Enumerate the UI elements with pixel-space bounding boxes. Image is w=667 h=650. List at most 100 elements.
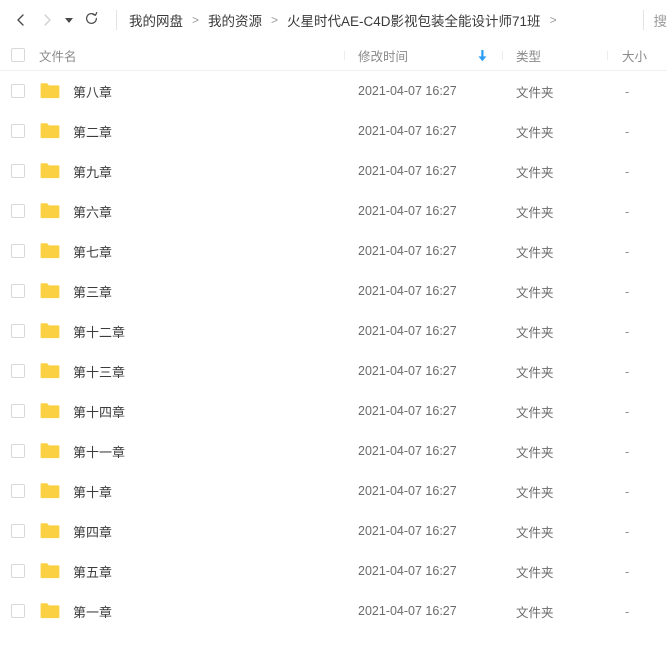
modified-time-value: 2021-04-07 16:27 bbox=[358, 244, 457, 258]
modified-time-value: 2021-04-07 16:27 bbox=[358, 204, 457, 218]
row-checkbox[interactable] bbox=[11, 124, 25, 138]
file-name-link[interactable]: 第一章 bbox=[73, 602, 112, 621]
table-row[interactable]: 第三章2021-04-07 16:27文件夹- bbox=[0, 271, 667, 311]
row-name-cell: 第十三章 bbox=[34, 362, 344, 381]
file-name-link[interactable]: 第九章 bbox=[73, 162, 112, 181]
table-row[interactable]: 第七章2021-04-07 16:27文件夹- bbox=[0, 231, 667, 271]
row-checkbox[interactable] bbox=[11, 524, 25, 538]
select-all-checkbox[interactable] bbox=[11, 48, 25, 62]
file-name-link[interactable]: 第十二章 bbox=[73, 322, 125, 341]
table-row[interactable]: 第一章2021-04-07 16:27文件夹- bbox=[0, 591, 667, 631]
file-name-link[interactable]: 第七章 bbox=[73, 242, 112, 261]
row-size-cell: - bbox=[607, 164, 667, 179]
file-type-value: 文件夹 bbox=[516, 86, 554, 100]
table-row[interactable]: 第十四章2021-04-07 16:27文件夹- bbox=[0, 391, 667, 431]
row-checkbox[interactable] bbox=[11, 244, 25, 258]
file-size-value: - bbox=[625, 365, 629, 379]
breadcrumb-item-root[interactable]: 我的网盘 bbox=[129, 10, 183, 30]
refresh-button[interactable] bbox=[78, 7, 104, 33]
row-type-cell: 文件夹 bbox=[502, 282, 607, 301]
file-name-link[interactable]: 第二章 bbox=[73, 122, 112, 141]
row-type-cell: 文件夹 bbox=[502, 442, 607, 461]
file-size-value: - bbox=[625, 285, 629, 299]
table-row[interactable]: 第五章2021-04-07 16:27文件夹- bbox=[0, 551, 667, 591]
folder-icon bbox=[39, 402, 61, 420]
row-checkbox[interactable] bbox=[11, 324, 25, 338]
row-name-cell: 第三章 bbox=[34, 282, 344, 301]
row-checkbox[interactable] bbox=[11, 84, 25, 98]
table-row[interactable]: 第十三章2021-04-07 16:27文件夹- bbox=[0, 351, 667, 391]
row-time-cell: 2021-04-07 16:27 bbox=[344, 524, 502, 538]
file-type-value: 文件夹 bbox=[516, 126, 554, 140]
search-input[interactable]: 搜 bbox=[654, 10, 667, 30]
table-row[interactable]: 第十章2021-04-07 16:27文件夹- bbox=[0, 471, 667, 511]
row-size-cell: - bbox=[607, 284, 667, 299]
file-size-value: - bbox=[625, 445, 629, 459]
file-name-link[interactable]: 第十四章 bbox=[73, 402, 125, 421]
row-checkbox[interactable] bbox=[11, 164, 25, 178]
row-checkbox[interactable] bbox=[11, 604, 25, 618]
back-button[interactable] bbox=[8, 7, 34, 33]
folder-icon bbox=[39, 162, 61, 180]
row-checkbox[interactable] bbox=[11, 444, 25, 458]
header-modified-time[interactable]: 修改时间 bbox=[344, 46, 502, 65]
row-type-cell: 文件夹 bbox=[502, 522, 607, 541]
search-area: 搜 bbox=[643, 0, 667, 40]
header-type[interactable]: 类型 bbox=[502, 46, 607, 65]
row-type-cell: 文件夹 bbox=[502, 562, 607, 581]
history-dropdown-button[interactable] bbox=[60, 7, 78, 33]
modified-time-value: 2021-04-07 16:27 bbox=[358, 164, 457, 178]
row-checkbox[interactable] bbox=[11, 364, 25, 378]
chevron-right-icon bbox=[40, 13, 54, 27]
row-time-cell: 2021-04-07 16:27 bbox=[344, 164, 502, 178]
header-type-label: 类型 bbox=[516, 50, 541, 64]
file-name-link[interactable]: 第十章 bbox=[73, 482, 112, 501]
row-name-cell: 第六章 bbox=[34, 202, 344, 221]
header-filename-label: 文件名 bbox=[39, 46, 77, 65]
row-name-cell: 第一章 bbox=[34, 602, 344, 621]
table-row[interactable]: 第六章 2021-04-07 16:27 文件夹 - bbox=[0, 191, 667, 231]
file-name-link[interactable]: 第八章 bbox=[73, 82, 112, 101]
row-checkbox[interactable] bbox=[11, 484, 25, 498]
row-checkbox[interactable] bbox=[11, 284, 25, 298]
row-type-cell: 文件夹 bbox=[502, 202, 607, 221]
file-name-link[interactable]: 第六章 bbox=[73, 202, 112, 221]
table-row[interactable]: 第九章 2021-04-07 16:27 文件夹 - bbox=[0, 151, 667, 191]
search-divider bbox=[643, 10, 644, 30]
file-type-value: 文件夹 bbox=[516, 166, 554, 180]
breadcrumb-item-current[interactable]: 火星时代AE-C4D影视包装全能设计师71班 bbox=[287, 10, 541, 30]
file-size-value: - bbox=[625, 85, 629, 99]
table-row[interactable]: 第四章2021-04-07 16:27文件夹- bbox=[0, 511, 667, 551]
table-row[interactable]: 第二章2021-04-07 16:27文件夹- bbox=[0, 111, 667, 151]
file-list: 第八章 2021-04-07 16:27 文件夹 - 第二章 2021-04-07 16:… bbox=[0, 71, 667, 631]
row-time-cell: 2021-04-07 16:27 bbox=[344, 484, 502, 498]
row-name-cell: 第八章 bbox=[34, 82, 344, 101]
header-filename[interactable]: 文件名 bbox=[34, 46, 344, 65]
folder-icon bbox=[39, 82, 61, 100]
file-name-link[interactable]: 第十一章 bbox=[73, 442, 125, 461]
row-checkbox[interactable] bbox=[11, 404, 25, 418]
file-name-link[interactable]: 第十三章 bbox=[73, 362, 125, 381]
header-size[interactable]: 大小 bbox=[607, 46, 667, 65]
row-checkbox[interactable] bbox=[11, 204, 25, 218]
row-size-cell: - bbox=[607, 244, 667, 259]
file-name-link[interactable]: 第五章 bbox=[73, 562, 112, 581]
forward-button[interactable] bbox=[34, 7, 60, 33]
table-row[interactable]: 第十二章2021-04-07 16:27文件夹- bbox=[0, 311, 667, 351]
file-name-link[interactable]: 第三章 bbox=[73, 282, 112, 301]
row-size-cell: - bbox=[607, 124, 667, 139]
file-size-value: - bbox=[625, 165, 629, 179]
table-row[interactable]: 第十一章2021-04-07 16:27文件夹- bbox=[0, 431, 667, 471]
table-row[interactable]: 第八章2021-04-07 16:27文件夹- bbox=[0, 71, 667, 111]
file-type-value: 文件夹 bbox=[516, 286, 554, 300]
modified-time-value: 2021-04-07 16:27 bbox=[358, 524, 457, 538]
arrow-down-icon bbox=[477, 49, 488, 62]
breadcrumb-item-resources[interactable]: 我的资源 bbox=[208, 10, 262, 30]
modified-time-value: 2021-04-07 16:27 bbox=[358, 564, 457, 578]
file-size-value: - bbox=[625, 205, 629, 219]
row-select-cell bbox=[0, 84, 34, 98]
file-name-link[interactable]: 第四章 bbox=[73, 522, 112, 541]
toolbar-divider bbox=[116, 10, 117, 30]
file-type-value: 文件夹 bbox=[516, 326, 554, 340]
row-checkbox[interactable] bbox=[11, 564, 25, 578]
